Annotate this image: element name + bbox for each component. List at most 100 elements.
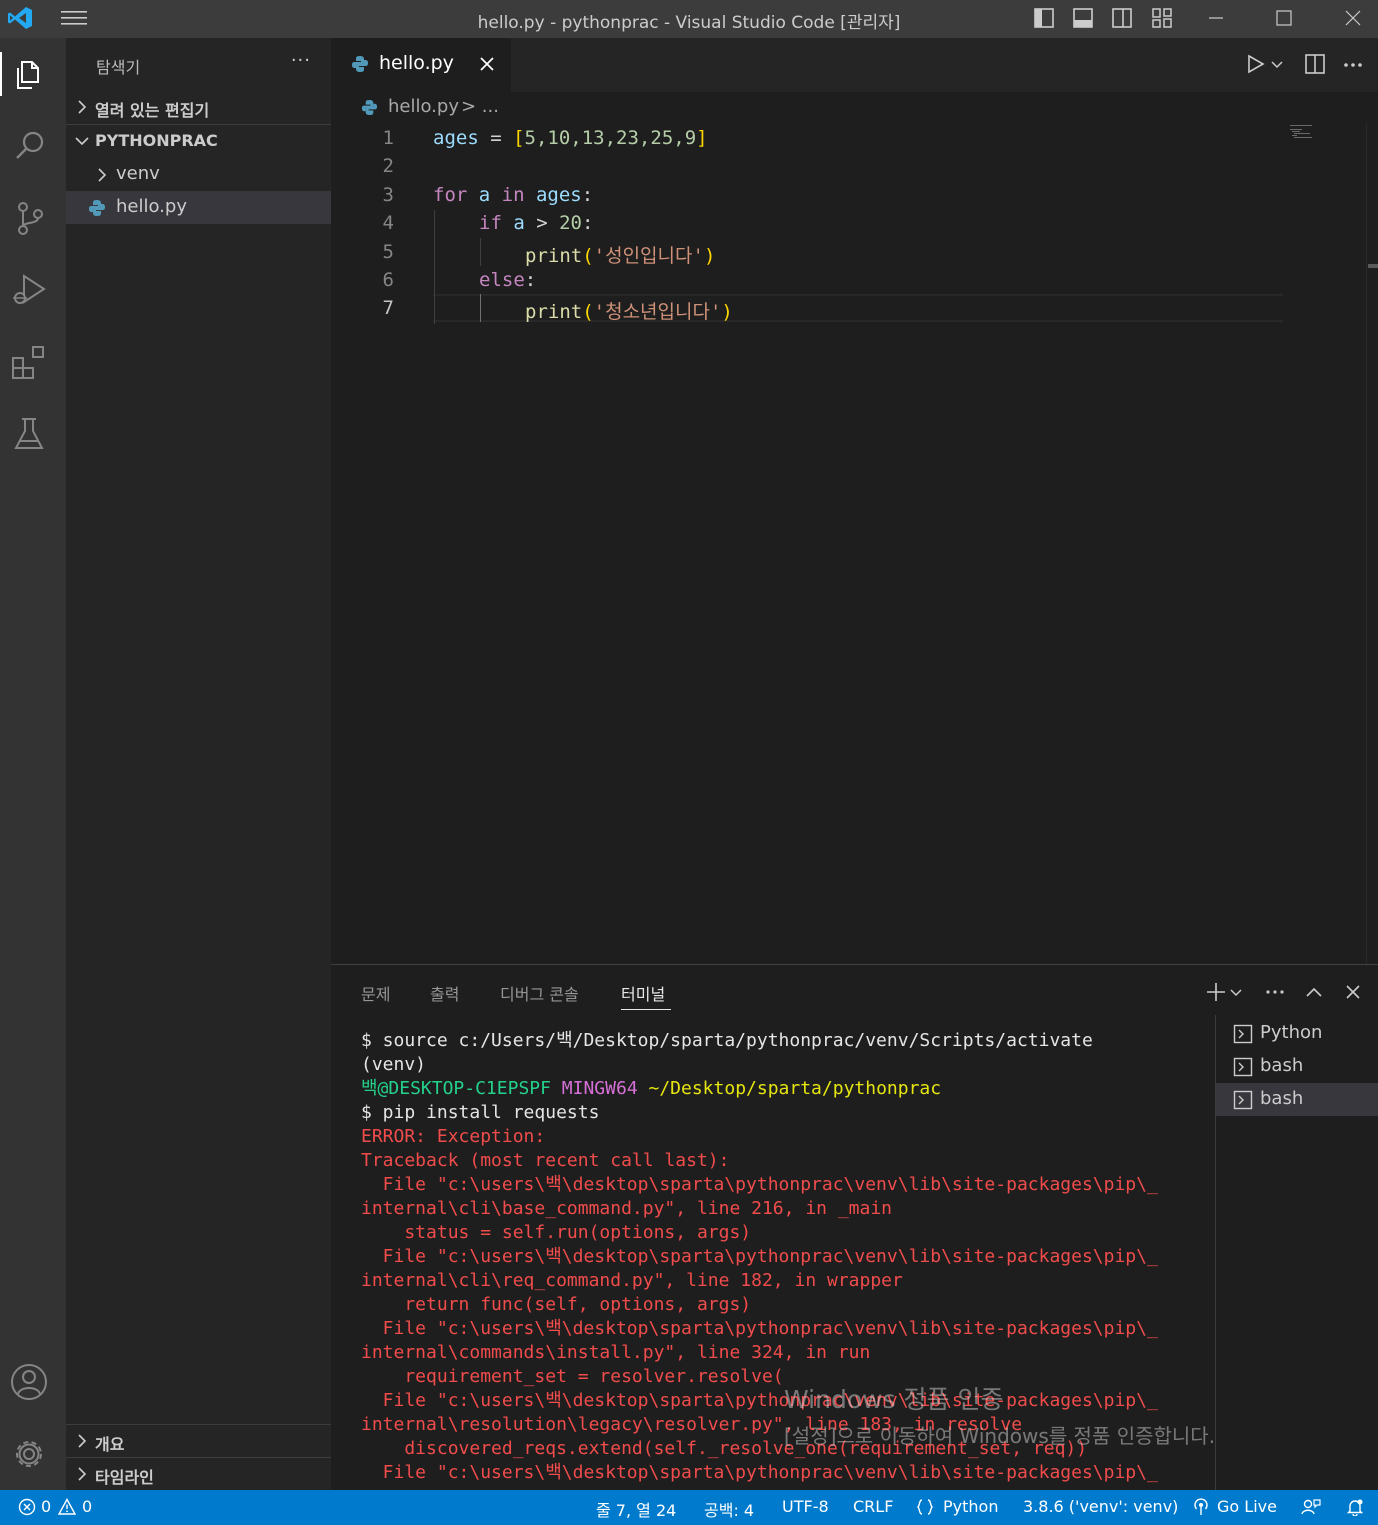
outline-section[interactable]: 개요 xyxy=(66,1425,331,1458)
manage-activity[interactable] xyxy=(8,1432,52,1476)
close-panel-icon[interactable] xyxy=(1342,981,1364,1003)
tree-item-label: hello.py xyxy=(116,196,187,217)
section-label: 개요 xyxy=(95,1435,125,1454)
terminal-text: File "c:\users\백\desktop\sparta\pythonpr… xyxy=(361,1246,1158,1267)
token: ) xyxy=(703,245,716,267)
token: ages xyxy=(433,127,479,149)
testing-activity[interactable] xyxy=(8,412,52,456)
python-interpreter[interactable]: 3.8.6 ('venv': venv) xyxy=(1023,1497,1178,1516)
maximize-panel-icon[interactable] xyxy=(1303,981,1325,1003)
tab-output[interactable]: 출력 xyxy=(430,981,459,1005)
accounts-activity[interactable] xyxy=(8,1360,52,1404)
activation-watermark-subtitle: [설정]으로 이동하여 Windows를 정품 인증합니다. xyxy=(784,1424,1216,1448)
terminal-item-label: Python xyxy=(1260,1022,1323,1043)
token: ) xyxy=(721,301,733,323)
folder-section[interactable]: PYTHONPRAC xyxy=(66,125,331,158)
tab-debug-console[interactable]: 디버그 콘솔 xyxy=(500,981,579,1005)
indentation[interactable]: 공백: 4 xyxy=(704,1497,754,1521)
tab-label: hello.py xyxy=(379,52,454,74)
toggle-panel-icon[interactable] xyxy=(1070,5,1096,31)
tree-item-venv[interactable]: venv xyxy=(66,158,331,191)
broadcast-icon xyxy=(1194,1498,1208,1515)
line-number: 4 xyxy=(382,212,394,234)
encoding[interactable]: UTF-8 xyxy=(782,1497,829,1516)
more-actions-icon[interactable] xyxy=(1264,981,1286,1003)
tree-item-hello-py[interactable]: hello.py xyxy=(66,191,331,224)
feedback-icon[interactable] xyxy=(1300,1498,1322,1516)
token: print xyxy=(525,301,583,323)
terminal-text: status = self.run(options, args) xyxy=(361,1222,752,1243)
more-actions-icon[interactable]: ··· xyxy=(291,50,311,71)
run-debug-icon xyxy=(13,274,46,304)
terminal-text: $ pip install requests xyxy=(361,1102,600,1123)
customize-layout-icon[interactable] xyxy=(1149,5,1175,31)
toggle-secondary-sidebar-icon[interactable] xyxy=(1109,5,1135,31)
chevron-down-icon[interactable] xyxy=(1269,52,1285,76)
code-line: ages = [5,10,13,23,25,9] xyxy=(433,127,708,149)
terminal-text: File "c:\users\백\desktop\sparta\pythonpr… xyxy=(361,1462,1158,1483)
token: 20 xyxy=(559,212,582,234)
terminal-line: internal\cli\req_command.py", line 182, … xyxy=(361,1269,1221,1293)
editor-scrollbar[interactable] xyxy=(1366,124,1378,964)
minimap[interactable] xyxy=(1290,124,1320,144)
run-debug-activity[interactable] xyxy=(8,268,52,312)
open-editors-section[interactable]: 열려 있는 편집기 xyxy=(66,91,331,124)
close-window-icon[interactable] xyxy=(1338,3,1368,33)
error-icon[interactable] xyxy=(18,1498,36,1516)
line-number: 1 xyxy=(382,127,394,149)
token: ages xyxy=(524,184,582,206)
source-control-activity[interactable] xyxy=(8,196,52,240)
error-count[interactable]: 0 xyxy=(41,1497,51,1516)
tab-hello-py[interactable]: hello.py xyxy=(331,38,511,92)
breadcrumb-file[interactable]: hello.py xyxy=(388,96,459,117)
active-tab-indicator xyxy=(621,1009,671,1010)
indent-guide xyxy=(434,210,435,324)
minimize-icon[interactable] xyxy=(1201,3,1231,33)
indent-guide xyxy=(480,238,481,266)
warning-count[interactable]: 0 xyxy=(82,1497,92,1516)
terminal-text: File "c:\users\백\desktop\sparta\pythonpr… xyxy=(361,1390,1158,1411)
language-mode[interactable]: Python xyxy=(943,1497,998,1516)
close-tab-icon[interactable] xyxy=(477,54,497,74)
maximize-icon[interactable] xyxy=(1269,3,1299,33)
terminal-item-python[interactable]: Python xyxy=(1216,1017,1378,1050)
terminal-text: 백@DESKTOP-C1EPSPF xyxy=(361,1078,551,1099)
warning-icon[interactable] xyxy=(58,1498,76,1516)
token: [ xyxy=(513,127,525,149)
explorer-activity[interactable] xyxy=(0,52,52,96)
token: : xyxy=(524,269,537,291)
tab-terminal[interactable]: 터미널 xyxy=(621,981,665,1005)
terminal-item-bash-active[interactable]: bash xyxy=(1216,1083,1378,1116)
testing-icon xyxy=(14,418,44,449)
terminal-text: internal\commands\install.py", line 324,… xyxy=(361,1342,871,1363)
chevron-right-icon xyxy=(78,1467,87,1481)
section-label: 타임라인 xyxy=(95,1468,154,1487)
run-python-file-icon[interactable] xyxy=(1243,52,1267,76)
activity-bar xyxy=(0,38,66,1490)
search-activity[interactable] xyxy=(8,124,52,168)
section-label: PYTHONPRAC xyxy=(95,131,218,150)
more-actions-icon[interactable] xyxy=(1341,52,1365,76)
split-editor-icon[interactable] xyxy=(1303,52,1327,76)
notifications-bell-icon[interactable] xyxy=(1346,1498,1364,1516)
settings-gear-icon xyxy=(16,1441,42,1467)
code-line: print('청소년입니다') xyxy=(525,297,733,324)
chevron-right-icon xyxy=(78,1434,87,1448)
tab-problems[interactable]: 문제 xyxy=(361,981,390,1005)
terminal-line: Traceback (most recent call last): xyxy=(361,1149,1221,1173)
end-of-line[interactable]: CRLF xyxy=(853,1497,893,1516)
timeline-section[interactable]: 타임라인 xyxy=(66,1458,331,1491)
new-terminal-icon[interactable] xyxy=(1205,981,1227,1003)
terminal-text: File "c:\users\백\desktop\sparta\pythonpr… xyxy=(361,1174,1158,1195)
cursor-position[interactable]: 줄 7, 열 24 xyxy=(596,1497,676,1521)
go-live-button[interactable]: Go Live xyxy=(1217,1497,1277,1516)
extensions-activity[interactable] xyxy=(8,340,52,384)
breadcrumb-symbols[interactable]: > ... xyxy=(461,96,499,117)
chevron-down-icon[interactable] xyxy=(1229,981,1243,1003)
code-editor[interactable]: 1 2 3 4 5 6 7 ages = [5,10,13,23,25,9] f… xyxy=(331,124,1367,964)
terminal-text: return func(self, options, args) xyxy=(361,1294,752,1315)
chevron-down-icon xyxy=(75,137,89,146)
terminal-output[interactable]: $ source c:/Users/백/Desktop/sparta/pytho… xyxy=(361,1029,1221,1485)
toggle-primary-sidebar-icon[interactable] xyxy=(1031,5,1057,31)
terminal-item-bash[interactable]: bash xyxy=(1216,1050,1378,1083)
